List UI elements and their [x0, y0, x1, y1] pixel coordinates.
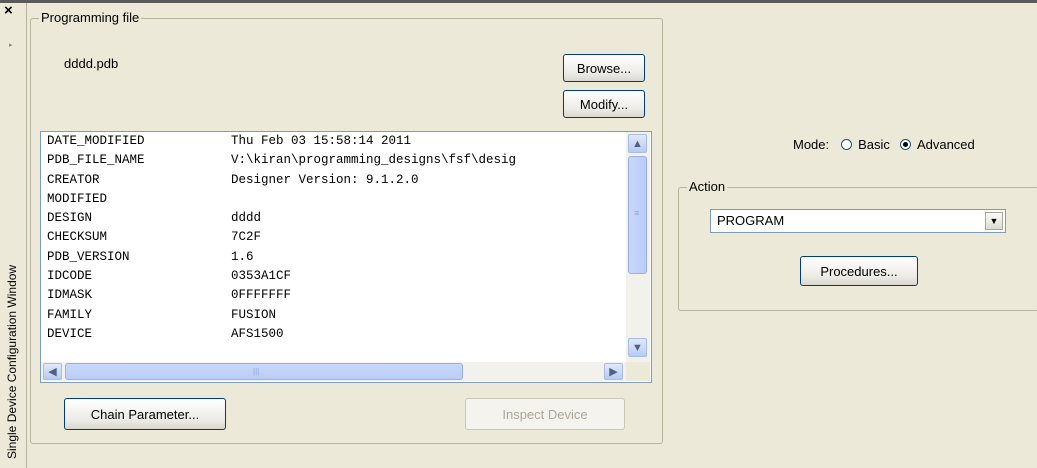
file-name: dddd.pdb — [64, 56, 119, 71]
pin-arrow-icon[interactable]: ▸ — [9, 41, 13, 49]
info-row[interactable]: DATE_MODIFIED Thu Feb 03 15:58:14 2011 — [41, 132, 626, 151]
docked-window-strip: × ▸ Single Device Configuration Window — [0, 3, 27, 468]
programming-file-group-label: Programming file — [39, 10, 142, 26]
info-row[interactable]: DESIGN dddd — [41, 209, 626, 228]
thumb-grip-h-icon: ||| — [253, 367, 260, 376]
info-row[interactable]: PDB_VERSION 1.6 — [41, 248, 626, 267]
inspect-device-button[interactable]: Inspect Device — [465, 398, 625, 430]
info-key: DEVICE — [47, 326, 93, 341]
scrollbar-corner — [626, 362, 650, 381]
radio-basic[interactable] — [841, 138, 853, 150]
window-title: Single Device Configuration Window — [5, 264, 19, 459]
info-value: 7C2F — [231, 230, 262, 245]
info-row[interactable]: IDMASK 0FFFFFFF — [41, 286, 626, 305]
info-row[interactable]: PDB_FILE_NAME V:\kiran\programming_design… — [41, 151, 626, 170]
action-group: Action — [678, 179, 1037, 311]
file-info-list: DATE_MODIFIED Thu Feb 03 15:58:14 2011 PDB… — [41, 132, 626, 362]
vertical-scroll-thumb[interactable]: ≡ — [628, 156, 647, 274]
info-key: FAMILY — [47, 307, 93, 322]
horizontal-scrollbar[interactable]: ◀ ||| ▶ — [41, 362, 626, 381]
action-select[interactable]: PROGRAM ▼ — [710, 209, 1006, 233]
info-row[interactable]: MODIFIED — [41, 190, 626, 209]
info-value: AFS1500 — [231, 326, 284, 341]
mode-advanced-radio[interactable]: Advanced — [899, 136, 975, 152]
thumb-grip-icon: ≡ — [634, 208, 640, 218]
info-row[interactable]: FAMILY FUSION — [41, 306, 626, 325]
info-row[interactable]: DEVICE AFS1500 — [41, 325, 626, 344]
info-value: V:\kiran\programming_designs\fsf\desig — [231, 153, 517, 168]
action-select-value: PROGRAM — [717, 213, 785, 228]
info-key: PDB_FILE_NAME — [47, 153, 145, 168]
procedures-button[interactable]: Procedures... — [800, 256, 918, 286]
modify-button[interactable]: Modify... — [563, 90, 645, 118]
scroll-up-icon[interactable]: ▲ — [628, 134, 647, 153]
action-group-label: Action — [687, 179, 728, 195]
info-key: IDCODE — [47, 269, 93, 284]
info-key: CHECKSUM — [47, 230, 108, 245]
info-key: DESIGN — [47, 211, 93, 226]
chain-parameter-button[interactable]: Chain Parameter... — [64, 398, 226, 430]
info-row[interactable]: CHECKSUM 7C2F — [41, 228, 626, 247]
top-border — [0, 0, 1037, 3]
info-value: 1.6 — [231, 249, 254, 264]
scroll-left-icon[interactable]: ◀ — [43, 363, 62, 380]
info-value: dddd — [231, 211, 262, 226]
info-value: Thu Feb 03 15:58:14 2011 — [231, 134, 412, 148]
mode-selector: Mode: Basic Advanced — [793, 135, 985, 153]
info-value: 0FFFFFFF — [231, 288, 292, 303]
mode-basic-radio[interactable]: Basic — [841, 137, 890, 152]
info-key: PDB_VERSION — [47, 249, 130, 264]
info-key: CREATOR — [47, 172, 100, 187]
info-key: IDMASK — [47, 288, 93, 303]
scroll-right-icon[interactable]: ▶ — [604, 363, 623, 380]
chevron-down-icon[interactable]: ▼ — [985, 212, 1003, 230]
horizontal-scroll-thumb[interactable]: ||| — [65, 363, 463, 380]
info-key: MODIFIED — [47, 191, 108, 206]
mode-label: Mode: — [793, 136, 830, 152]
mode-advanced-label: Advanced — [916, 136, 975, 152]
close-icon[interactable]: × — [4, 3, 13, 19]
info-key: DATE_MODIFIED — [47, 134, 145, 148]
scroll-down-icon[interactable]: ▼ — [628, 338, 647, 357]
info-row[interactable]: IDCODE 0353A1CF — [41, 267, 626, 286]
info-row[interactable]: CREATOR Designer Version: 9.1.2.0 — [41, 171, 626, 190]
vertical-scrollbar[interactable]: ▲ ≡ ▼ — [626, 132, 650, 362]
info-value: 0353A1CF — [231, 269, 292, 284]
file-info-listbox[interactable]: DATE_MODIFIED Thu Feb 03 15:58:14 2011 PDB… — [40, 131, 652, 383]
browse-button[interactable]: Browse... — [563, 54, 645, 82]
radio-advanced[interactable] — [899, 138, 911, 150]
info-value: Designer Version: 9.1.2.0 — [231, 172, 419, 187]
mode-basic-label: Basic — [858, 136, 890, 152]
info-value: FUSION — [231, 307, 277, 322]
